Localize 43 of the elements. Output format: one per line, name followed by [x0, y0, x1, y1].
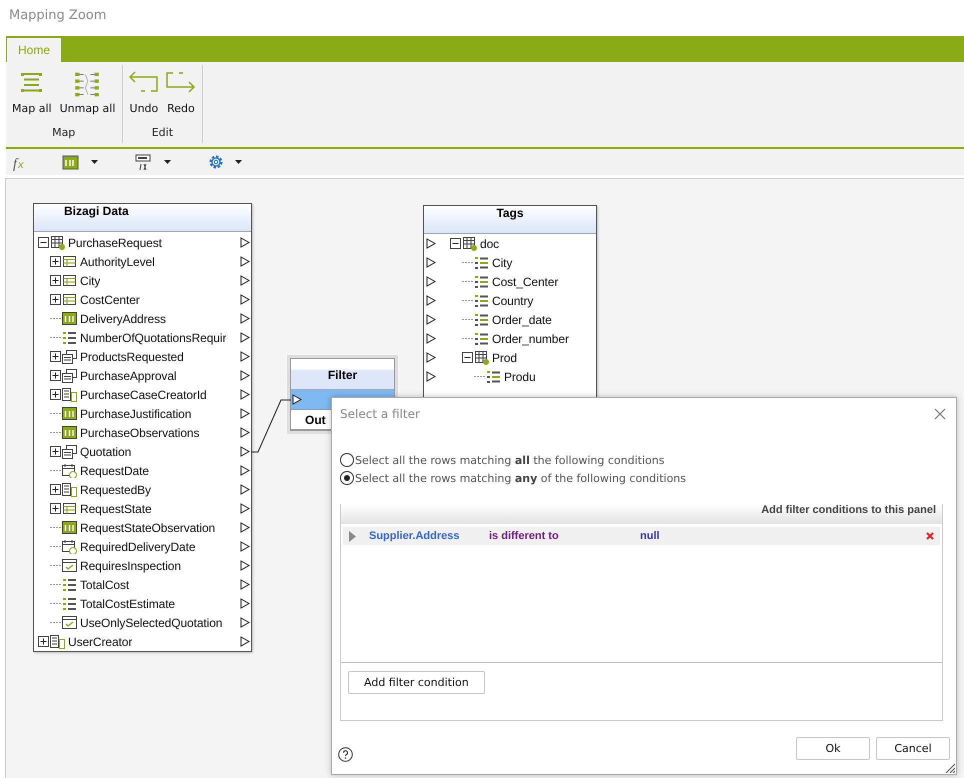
panel-header: Add filter conditions to this panel — [341, 504, 942, 524]
field-name: Produ — [504, 370, 536, 384]
field-name: UserCreator — [68, 634, 132, 648]
table-title: Bizagi Data — [34, 204, 251, 232]
fx-icon: fx — [11, 154, 29, 170]
field-name: Cost_Center — [492, 274, 558, 288]
field-name: AuthorityLevel — [80, 254, 155, 268]
field-name: City — [492, 256, 512, 270]
field-name: PurchaseObservations — [80, 426, 200, 440]
field-name: RequiredDeliveryDate — [80, 540, 196, 554]
field-name: RequestState — [80, 502, 152, 516]
field-name: doc — [480, 236, 500, 250]
field-name: NumberOfQuotationsRequir — [80, 330, 226, 344]
field-name: TotalCostEstimate — [80, 596, 176, 610]
field-name: Country — [492, 294, 534, 308]
field-name: Quotation — [80, 444, 132, 458]
window-title: Mapping Zoom — [8, 7, 108, 25]
field-name: CostCenter — [80, 292, 140, 306]
field-name: Prod — [492, 350, 517, 364]
condition-field: Supplier.Address — [369, 530, 489, 542]
field-name: UseOnlySelectedQuotation — [80, 616, 222, 630]
field-name: PurchaseRequest — [68, 236, 162, 250]
field-name: RequestDate — [80, 464, 149, 478]
option-label: Select all the rows matching all the following conditions — [355, 454, 664, 466]
option-label: Select all the rows matching any of the following conditions — [355, 472, 686, 484]
field-name: RequestStateObservation — [80, 520, 216, 534]
group-label: Edit — [152, 126, 174, 139]
field-name: DeliveryAddress — [80, 312, 166, 326]
dialog-title: Select a filter — [340, 407, 420, 421]
table-title: Tags — [424, 206, 596, 234]
group-label: Map — [52, 126, 76, 139]
field-name: PurchaseApproval — [80, 368, 176, 382]
field-name: TotalCost — [80, 578, 130, 592]
field-name: City — [80, 274, 100, 288]
condition-operator: is different to — [489, 530, 560, 542]
field-name: RequiresInspection — [80, 558, 181, 572]
field-name: Order_number — [492, 332, 569, 346]
field-name: RequestedBy — [80, 482, 151, 496]
field-name: ProductsRequested — [80, 350, 184, 364]
condition-value: null — [640, 530, 660, 542]
field-name: Order_date — [492, 312, 552, 326]
field-name: PurchaseCaseCreatorId — [80, 388, 207, 402]
field-name: PurchaseJustification — [80, 406, 192, 420]
